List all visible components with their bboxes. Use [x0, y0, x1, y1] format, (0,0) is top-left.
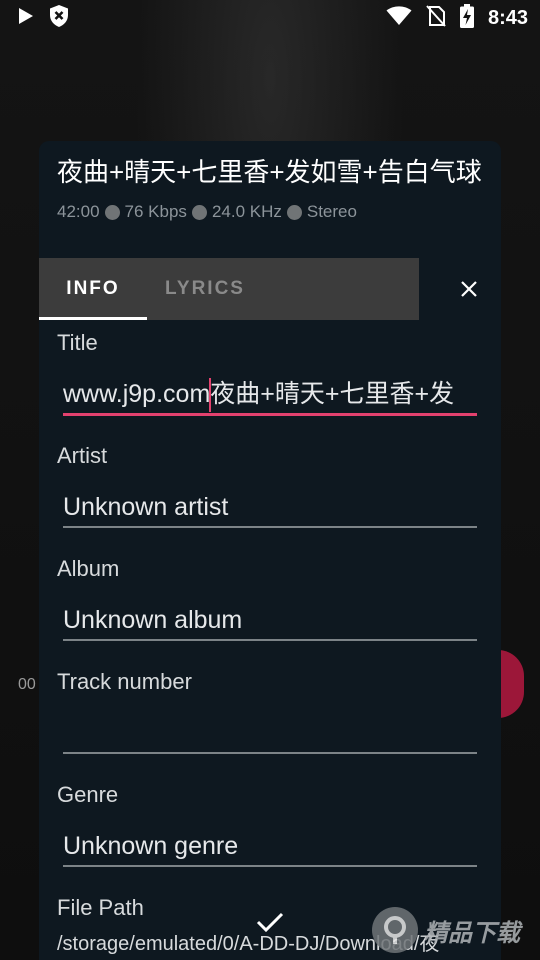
tab-bar: INFO LYRICS [39, 258, 419, 320]
watermark-logo-icon [372, 907, 418, 953]
no-sim-icon [426, 4, 446, 32]
checkmark-icon [256, 912, 284, 933]
channels: Stereo [306, 202, 357, 221]
shield-icon [48, 4, 70, 33]
track-number-input[interactable] [63, 713, 477, 753]
bitrate: 76 Kbps [124, 202, 187, 221]
file-path-label: File Path [57, 895, 144, 920]
track-number-label: Track number [57, 669, 192, 694]
album-input-underline [63, 639, 477, 641]
confirm-button[interactable] [252, 904, 288, 940]
close-icon [461, 281, 477, 297]
separator-dot-icon [191, 204, 207, 220]
wifi-icon [386, 5, 412, 31]
song-meta: 42:00 76 Kbps 24.0 KHz Stereo [57, 202, 357, 222]
title-input[interactable]: www.j9p.com夜曲+晴天+七里香+发 [63, 374, 477, 414]
watermark: 精品下载 [372, 900, 540, 960]
album-label: Album [57, 556, 120, 581]
sample-rate: 24.0 KHz [211, 202, 282, 221]
title-input-text-after: 夜曲+晴天+七里香+发 [210, 380, 455, 408]
duration: 42:00 [57, 202, 100, 221]
song-info-dialog: 夜曲+晴天+七里香+发如雪+告白气球 42:00 76 Kbps 24.0 KH… [39, 141, 501, 960]
player-elapsed-time: 00 [18, 676, 36, 693]
genre-label: Genre [57, 782, 119, 807]
title-input-underline [63, 413, 477, 416]
close-button[interactable] [451, 271, 487, 307]
song-title: 夜曲+晴天+七里香+发如雪+告白气球 [57, 157, 482, 187]
artist-label: Artist [57, 443, 108, 468]
separator-dot-icon [286, 204, 302, 220]
tab-info[interactable]: INFO [39, 258, 147, 320]
artist-input-underline [63, 526, 477, 528]
tab-lyrics[interactable]: LYRICS [147, 258, 263, 320]
clock: 8:43 [487, 6, 528, 29]
watermark-text: 精品下载 [424, 919, 520, 947]
track-number-input-underline [63, 752, 477, 754]
status-bar: 8:43 [0, 0, 540, 36]
album-input[interactable]: Unknown album [63, 600, 477, 640]
genre-input-underline [63, 865, 477, 867]
artist-input[interactable]: Unknown artist [63, 487, 477, 527]
battery-charging-icon [459, 3, 474, 33]
play-icon [18, 7, 34, 30]
title-input-text-before: www.j9p.com [63, 380, 211, 408]
title-label: Title [57, 330, 98, 355]
separator-dot-icon [104, 204, 120, 220]
genre-input[interactable]: Unknown genre [63, 826, 477, 866]
